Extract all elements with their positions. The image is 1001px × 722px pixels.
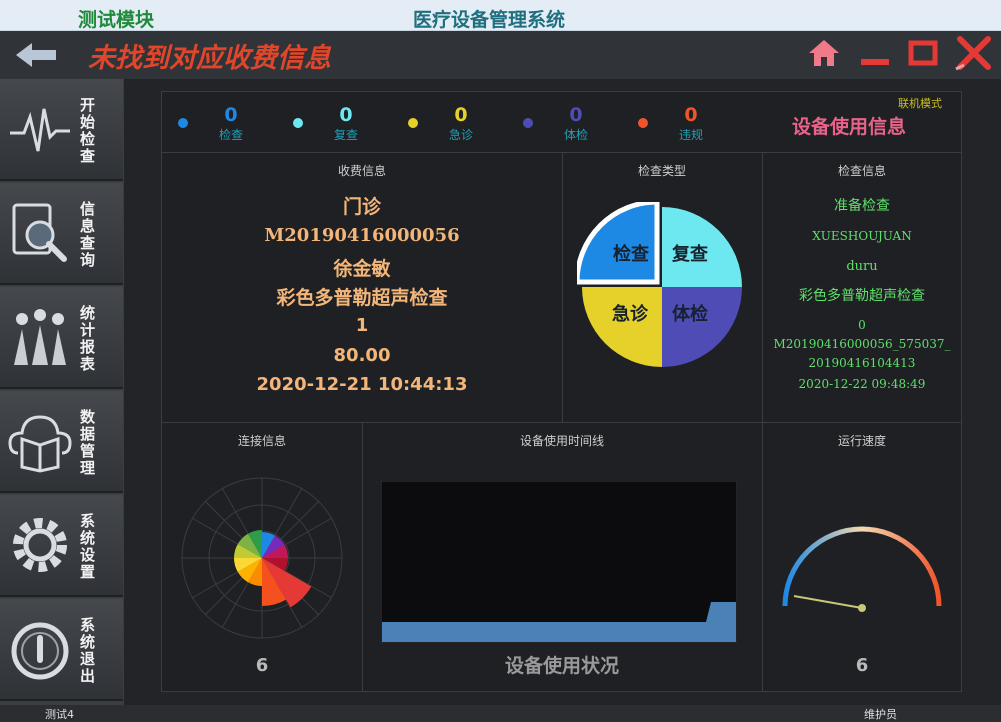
gear-icon	[13, 518, 67, 572]
fee-patient-name: 徐金敏	[333, 258, 391, 280]
pie-slice-emergency	[582, 287, 662, 367]
sidebar-item-system-settings[interactable]: 系统设置	[0, 495, 123, 597]
sidebar-item-info-query[interactable]: 信息查询	[0, 183, 123, 285]
status-right-text: 维护员	[864, 708, 897, 721]
check-exam-name: 彩色多普勒超声检查	[799, 288, 925, 304]
timeline-caption: 设备使用状况	[504, 655, 619, 677]
speed-title: 运行速度	[837, 434, 886, 448]
status-left-text: 测试4	[45, 708, 74, 721]
sidebar-item-label: 系统退出	[80, 616, 96, 685]
gauge-hub	[858, 604, 866, 612]
check-record-id: M20190416000056_575037_	[773, 337, 951, 351]
sidebar-item-label: 系统设置	[80, 512, 96, 581]
sidebar-item-label: 统计报表	[80, 304, 96, 373]
stat-label: 复查	[333, 128, 358, 142]
fee-visit-type: 门诊	[342, 196, 381, 218]
stat-value: 0	[339, 104, 353, 126]
stat-label: 急诊	[448, 128, 473, 142]
status-bar: 测试4 维护员	[0, 705, 1001, 721]
pie-slice-check	[577, 202, 660, 285]
stat-recheck: 0 复查	[293, 104, 371, 143]
stat-value: 0	[684, 104, 698, 126]
connection-value: 6	[255, 655, 269, 676]
sidebar-item-data-management[interactable]: 数据管理	[0, 391, 123, 493]
sidebar-item-start-check[interactable]: 开始检查	[0, 79, 123, 181]
close-icon[interactable]	[954, 35, 994, 73]
connection-radar-chart	[181, 477, 343, 639]
fee-info-title: 收费信息	[337, 164, 386, 178]
speed-value: 6	[855, 655, 869, 676]
device-timeline-chart	[381, 481, 737, 643]
pie-label-recheck: 复查	[671, 243, 708, 265]
gauge-needle	[793, 595, 863, 609]
check-count: 0	[858, 318, 866, 332]
sidebar-item-statistics[interactable]: 统计报表	[0, 287, 123, 389]
power-icon	[11, 622, 69, 680]
timeline-title: 设备使用时间线	[519, 434, 604, 448]
stat-violation: 0 违规	[638, 104, 716, 143]
pie-slice-physical	[662, 287, 742, 367]
sidebar-item-exit[interactable]: 系统退出	[0, 599, 123, 701]
statistics-icon	[14, 309, 66, 365]
check-type-pie: 检查 复查 急诊 体检	[577, 202, 742, 367]
device-info-title: 设备使用信息	[792, 116, 907, 138]
module-name: 测试模块	[78, 9, 155, 31]
check-status: 准备检查	[834, 198, 890, 214]
sidebar-item-label: 数据管理	[80, 408, 96, 477]
check-info-title: 检查信息	[837, 164, 886, 178]
check-doctor: XUESHOUJUAN	[812, 229, 912, 243]
fee-exam-name: 彩色多普勒超声检查	[276, 287, 448, 309]
sidebar: 开始检查 信息查询 统计报表 数据管理 系统设置 系统退出	[0, 79, 124, 705]
fee-quantity: 1	[355, 315, 369, 336]
fee-time: 2020-12-21 10:44:13	[256, 374, 468, 395]
check-user: duru	[846, 259, 878, 274]
heartbeat-icon	[10, 108, 70, 152]
system-title: 医疗设备管理系统	[413, 9, 566, 31]
maximize-icon[interactable]	[906, 37, 940, 69]
title-bar: 测试模块 医疗设备管理系统	[0, 0, 1001, 31]
dashboard-panel: 0 检查 0 复查 0 急诊 0 体检 0 违规 联机模式 设备使用信息 收费信…	[161, 91, 962, 692]
stat-physical: 0 体检	[523, 104, 601, 143]
stat-value: 0	[569, 104, 583, 126]
mode-label: 联机模式	[898, 97, 942, 110]
stat-value: 0	[454, 104, 468, 126]
stat-emergency: 0 急诊	[408, 104, 486, 143]
minimize-icon[interactable]	[858, 37, 892, 69]
check-type-title: 检查类型	[637, 164, 686, 178]
status-message: 未找到对应收费信息	[88, 43, 331, 74]
stat-label: 体检	[563, 128, 588, 142]
check-record-time: 20190416104413	[808, 356, 916, 370]
sidebar-item-label: 信息查询	[80, 200, 96, 269]
back-arrow-icon[interactable]	[12, 39, 60, 71]
stat-check: 0 检查	[178, 104, 256, 143]
speed-gauge	[782, 526, 942, 612]
fee-order-id: M20190416000056	[264, 225, 460, 246]
check-time: 2020-12-22 09:48:49	[798, 377, 926, 391]
stat-label: 违规	[678, 128, 703, 142]
pie-label-physical: 体检	[672, 303, 708, 325]
stat-value: 0	[224, 104, 238, 126]
home-icon[interactable]	[807, 37, 841, 69]
stat-label: 检查	[218, 128, 243, 142]
connection-title: 连接信息	[237, 434, 286, 448]
document-search-icon	[12, 203, 67, 262]
pie-label-check: 检查	[613, 243, 649, 265]
fee-amount: 80.00	[333, 345, 391, 366]
toolbar: 未找到对应收费信息	[0, 31, 1001, 79]
cloud-book-icon	[8, 415, 72, 473]
pie-label-emergency: 急诊	[612, 303, 649, 325]
sidebar-item-label: 开始检查	[80, 96, 96, 165]
